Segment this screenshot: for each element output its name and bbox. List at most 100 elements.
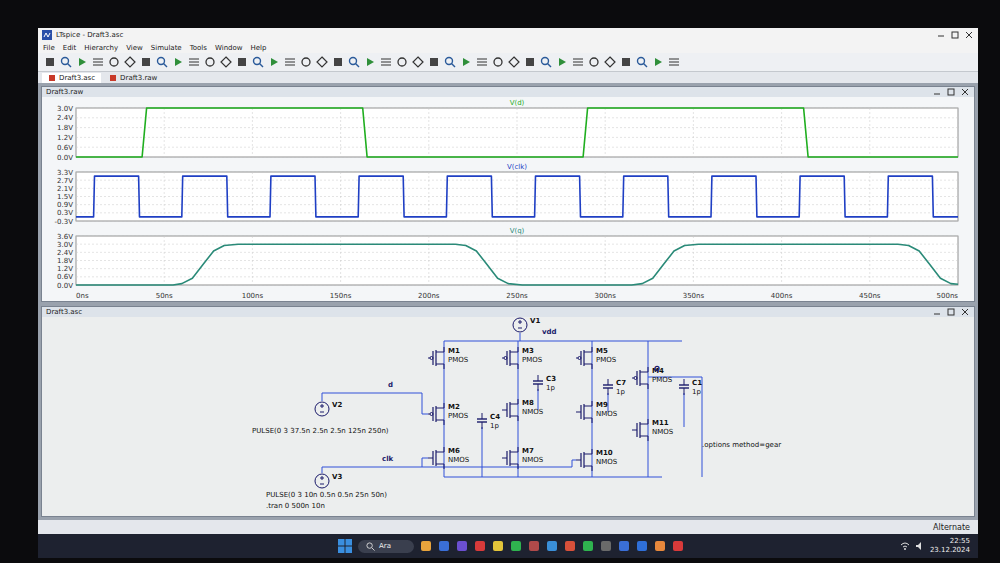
pmos-component[interactable]: M4PMOS: [632, 367, 672, 389]
nmos-component[interactable]: M6NMOS: [428, 447, 469, 469]
taskbar-app-button[interactable]: [546, 540, 558, 552]
toolbar-button[interactable]: [268, 56, 280, 68]
toolbar-button[interactable]: [444, 56, 456, 68]
toolbar-button[interactable]: [236, 56, 248, 68]
toolbar-button[interactable]: [92, 56, 104, 68]
toolbar-button[interactable]: [508, 56, 520, 68]
schematic-canvas[interactable]: M1PMOSM2PMOSM6NMOSM3PMOSM8NMOSM7NMOSM5PM…: [42, 317, 974, 516]
toolbar-button[interactable]: [540, 56, 552, 68]
toolbar-button[interactable]: [172, 56, 184, 68]
toolbar-button[interactable]: [124, 56, 136, 68]
trace-label[interactable]: V(d): [510, 99, 525, 107]
toolbar-button[interactable]: [524, 56, 536, 68]
source-component[interactable]: V1: [512, 317, 540, 333]
menu-item[interactable]: File: [43, 44, 55, 52]
waveform-plot[interactable]: 3.0V2.4V1.8V1.2V0.6V0.0VV(d)3.3V2.7V2.1V…: [42, 97, 966, 301]
net-label[interactable]: clk: [382, 455, 393, 464]
nmos-component[interactable]: M10NMOS: [576, 449, 617, 471]
menu-item[interactable]: Edit: [63, 44, 77, 52]
toolbar-button[interactable]: [492, 56, 504, 68]
toolbar-button[interactable]: [252, 56, 264, 68]
document-tab[interactable]: Draft3.asc: [42, 73, 101, 83]
taskbar-app-button[interactable]: [582, 540, 594, 552]
pmos-component[interactable]: M1PMOS: [428, 347, 468, 369]
toolbar-button[interactable]: [380, 56, 392, 68]
toolbar-button[interactable]: [156, 56, 168, 68]
toolbar-button[interactable]: [60, 56, 72, 68]
capacitor-component[interactable]: C11p: [678, 379, 702, 397]
toolbar-button[interactable]: [188, 56, 200, 68]
menu-item[interactable]: Hierarchy: [84, 44, 118, 52]
toolbar-button[interactable]: [412, 56, 424, 68]
source-value[interactable]: PULSE(0 3 10n 0.5n 0.5n 25n 50n): [266, 491, 387, 500]
menu-item[interactable]: Window: [215, 44, 243, 52]
toolbar-button[interactable]: [284, 56, 296, 68]
toolbar-button[interactable]: [588, 56, 600, 68]
maximize-icon[interactable]: [950, 30, 960, 40]
taskbar-app-button[interactable]: [438, 540, 450, 552]
minimize-icon[interactable]: [932, 88, 942, 96]
taskbar-app-button[interactable]: [636, 540, 648, 552]
clock[interactable]: 22:5523.12.2024: [930, 537, 970, 555]
toolbar-button[interactable]: [476, 56, 488, 68]
close-icon[interactable]: [960, 88, 970, 96]
taskbar-app-button[interactable]: [600, 540, 612, 552]
net-label[interactable]: vdd: [542, 328, 557, 337]
toolbar-button[interactable]: [604, 56, 616, 68]
menu-item[interactable]: Help: [251, 44, 267, 52]
nmos-component[interactable]: M7NMOS: [502, 447, 543, 469]
taskbar-app-button[interactable]: [654, 540, 666, 552]
taskbar-app-button[interactable]: [528, 540, 540, 552]
toolbar-button[interactable]: [396, 56, 408, 68]
toolbar-button[interactable]: [668, 56, 680, 68]
nmos-component[interactable]: M9NMOS: [576, 401, 617, 423]
source-value[interactable]: PULSE(0 3 37.5n 2.5n 2.5n 125n 250n): [252, 427, 389, 436]
toolbar-button[interactable]: [556, 56, 568, 68]
taskbar-app-button[interactable]: [492, 540, 504, 552]
source-component[interactable]: V2: [314, 401, 342, 417]
volume-icon[interactable]: [915, 541, 925, 551]
trace-label[interactable]: V(q): [510, 227, 525, 235]
capacitor-component[interactable]: C41p: [476, 413, 500, 431]
taskbar-app-button[interactable]: [564, 540, 576, 552]
toolbar-button[interactable]: [364, 56, 376, 68]
close-icon[interactable]: [964, 30, 974, 40]
toolbar-button[interactable]: [460, 56, 472, 68]
trace-label[interactable]: V(clk): [507, 163, 527, 171]
toolbar-button[interactable]: [76, 56, 88, 68]
toolbar-button[interactable]: [44, 56, 56, 68]
taskbar-app-button[interactable]: [672, 540, 684, 552]
capacitor-component[interactable]: C71p: [602, 379, 626, 397]
toolbar-button[interactable]: [572, 56, 584, 68]
minimize-icon[interactable]: [932, 308, 942, 316]
toolbar-button[interactable]: [300, 56, 312, 68]
taskbar-app-button[interactable]: [474, 540, 486, 552]
document-tab[interactable]: Draft3.raw: [103, 73, 163, 83]
taskbar-app-button[interactable]: [618, 540, 630, 552]
toolbar-button[interactable]: [348, 56, 360, 68]
nmos-component[interactable]: M11NMOS: [632, 419, 673, 441]
toolbar-button[interactable]: [316, 56, 328, 68]
net-label[interactable]: d: [388, 381, 393, 390]
taskbar-app-button[interactable]: [420, 540, 432, 552]
menu-item[interactable]: Simulate: [151, 44, 182, 52]
taskbar-app-button[interactable]: [510, 540, 522, 552]
pmos-component[interactable]: M3PMOS: [502, 347, 542, 369]
spice-directive[interactable]: .tran 0 500n 10n: [266, 502, 325, 511]
pmos-component[interactable]: M2PMOS: [428, 403, 468, 425]
source-component[interactable]: V3: [314, 473, 342, 489]
toolbar-button[interactable]: [204, 56, 216, 68]
close-icon[interactable]: [960, 308, 970, 316]
taskbar-app-button[interactable]: [456, 540, 468, 552]
restore-icon[interactable]: [946, 88, 956, 96]
wifi-icon[interactable]: [900, 541, 910, 551]
restore-icon[interactable]: [946, 308, 956, 316]
toolbar-button[interactable]: [108, 56, 120, 68]
minimize-icon[interactable]: [936, 30, 946, 40]
toolbar-button[interactable]: [428, 56, 440, 68]
toolbar-button[interactable]: [636, 56, 648, 68]
spice-directive[interactable]: .options method=gear: [702, 441, 781, 450]
pmos-component[interactable]: M5PMOS: [576, 347, 616, 369]
toolbar-button[interactable]: [620, 56, 632, 68]
menu-item[interactable]: View: [126, 44, 143, 52]
